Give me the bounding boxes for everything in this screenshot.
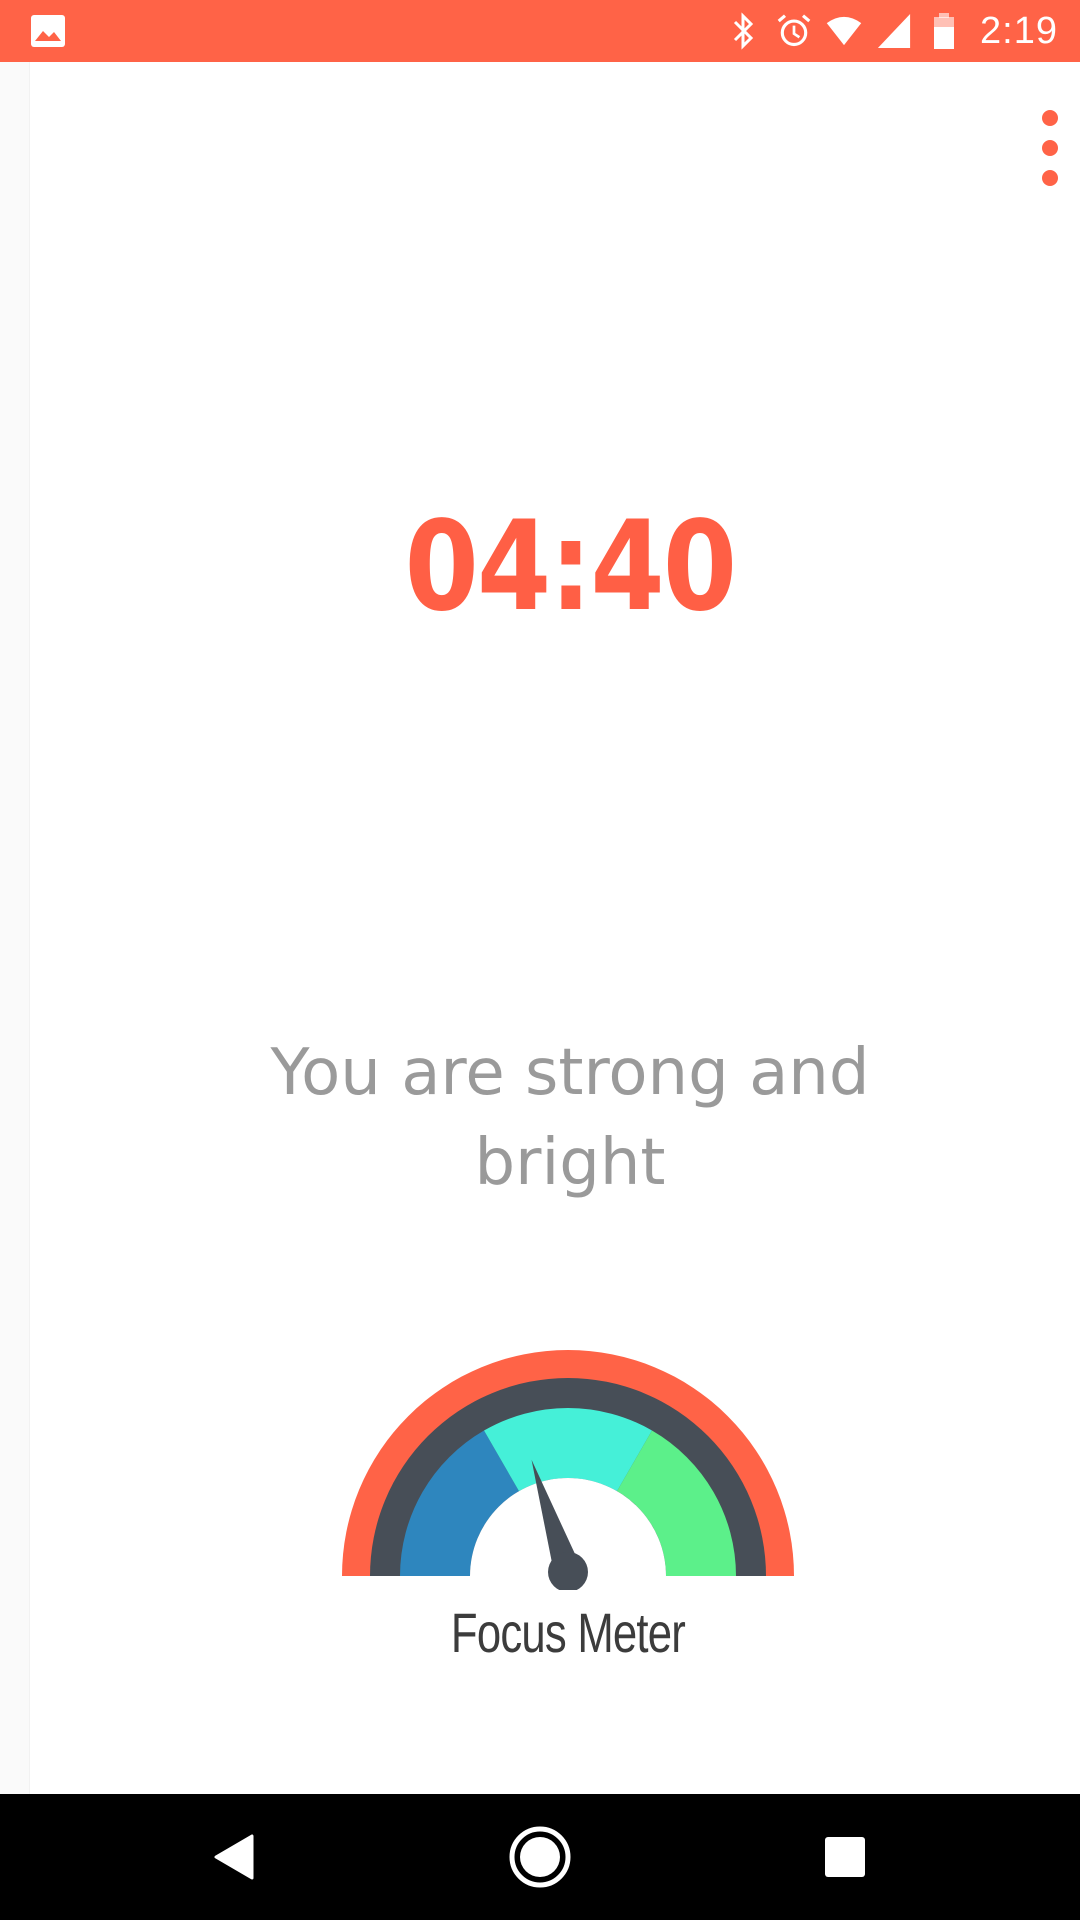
- focus-meter-gauge: [340, 1340, 796, 1590]
- wifi-icon: [826, 11, 862, 51]
- image-notification-icon: [30, 14, 66, 48]
- battery-icon: [926, 11, 962, 51]
- edge-strip: [0, 62, 30, 1794]
- navigation-bar: [0, 1794, 1080, 1920]
- status-bar: 2:19: [0, 0, 1080, 62]
- back-icon[interactable]: [200, 1822, 270, 1892]
- home-icon[interactable]: [505, 1822, 575, 1892]
- signal-icon: [876, 11, 912, 51]
- recents-icon[interactable]: [810, 1822, 880, 1892]
- motivation-message: You are strong and bright: [270, 1036, 870, 1200]
- bluetooth-icon: [726, 11, 762, 51]
- status-icons: 2:19: [726, 0, 1058, 62]
- screen: 2:19 04:40 You are strong and bright Foc…: [0, 0, 1080, 1920]
- timer-display: 04:40: [404, 495, 738, 639]
- more-vert-icon[interactable]: [1030, 110, 1070, 186]
- status-time: 2:19: [980, 9, 1058, 52]
- focus-meter-label: Focus Meter: [450, 1601, 686, 1664]
- alarm-icon: [776, 11, 812, 51]
